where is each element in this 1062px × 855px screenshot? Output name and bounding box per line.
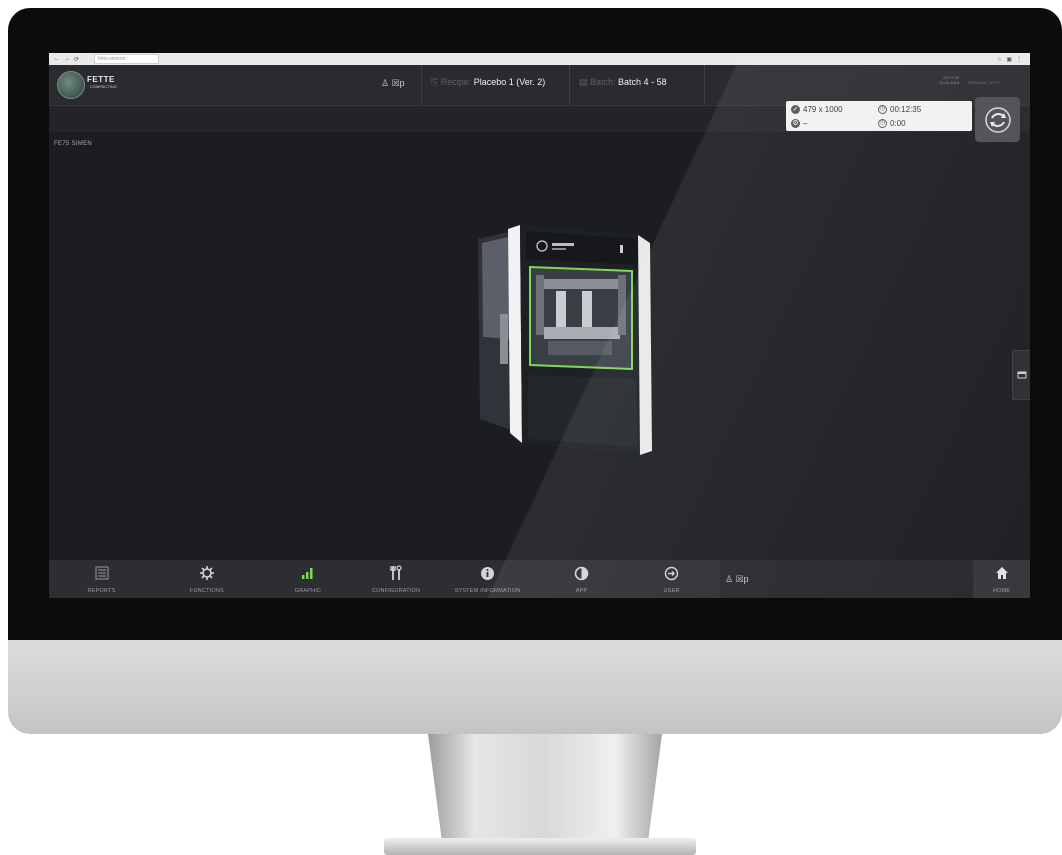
toolbar-user-badge[interactable]: ♙ ☒p: [725, 574, 749, 585]
status-panel: ✓ 479 x 1000 ◷ 00:12:35 ⚙ – ◷ 0:00: [786, 101, 972, 131]
clock-icon: ◷: [878, 105, 887, 114]
toolbar-label: USER: [663, 588, 680, 594]
recipe-icon: ⎘: [431, 77, 441, 87]
gear-icon: [199, 564, 215, 582]
reload-icon[interactable]: ⟳: [74, 56, 79, 63]
header-user-badge[interactable]: ♙ ☒p: [381, 78, 405, 89]
contrast-icon: [574, 564, 589, 582]
forward-icon[interactable]: →: [64, 56, 70, 63]
tablet-press-machine-image: [478, 225, 652, 455]
back-icon[interactable]: ←: [54, 56, 60, 63]
tools-icon: [389, 564, 403, 582]
toolbar-user[interactable]: USER: [624, 560, 720, 598]
status-row2-left: ⚙ –: [791, 119, 807, 128]
logout-icon: [664, 564, 679, 582]
toolbar-label: APP: [575, 588, 588, 594]
status-row2-right: ◷ 0:00: [878, 119, 906, 128]
bottom-toolbar: REPORTS FUNCTIONS GRAPHIC CONFIGURATION: [49, 560, 1030, 598]
extension-icon[interactable]: ▣: [1006, 56, 1012, 63]
home-icon: [995, 564, 1009, 582]
status-timer: ◷ 00:12:35: [878, 105, 921, 114]
recipe-label: Recipe:: [440, 77, 472, 87]
monitor-stand-neck: [428, 734, 662, 842]
batch-value: Batch 4 - 58: [618, 77, 667, 87]
app-header: FETTE COMPACTING ♙ ☒p ⎘ Recipe: Placebo …: [49, 65, 1030, 106]
toolbar-label: REPORTS: [87, 588, 116, 594]
menu-icon[interactable]: ⋮: [1016, 56, 1022, 63]
toolbar-graphic[interactable]: GRAPHIC: [260, 560, 357, 598]
header-divider: [569, 65, 570, 105]
toolbar-label: FUNCTIONS: [190, 588, 224, 594]
home-button[interactable]: HOME: [973, 560, 1030, 598]
gear-small-icon: ⚙: [791, 119, 800, 128]
status-row2-right-value: 0:00: [890, 119, 906, 128]
recipe-value: Placebo 1 (Ver. 2): [473, 77, 546, 87]
toolbar-label: GRAPHIC: [294, 588, 322, 594]
status-count: ✓ 479 x 1000: [791, 105, 843, 114]
logo-text: FETTE: [87, 75, 115, 84]
url-text: fette-simeon: [98, 56, 126, 62]
home-label: HOME: [992, 588, 1011, 594]
logo-subtext: COMPACTING: [90, 84, 117, 89]
toolbar-label: SYSTEM INFORMATION: [454, 588, 521, 594]
toolbar-system-information[interactable]: SYSTEM INFORMATION: [436, 560, 540, 598]
reports-icon: [95, 564, 109, 582]
batch-label: Batch:: [590, 77, 616, 87]
status-timer-value: 00:12:35: [890, 105, 922, 114]
browser-bar: ← → ⟳ fette-simeon ☆ ▣ ⋮: [49, 53, 1030, 65]
header-divider: [421, 65, 422, 105]
panel-icon: [1017, 371, 1027, 379]
toolbar-reports[interactable]: REPORTS: [49, 560, 155, 598]
check-icon: ✓: [791, 105, 800, 114]
monitor-screen: ← → ⟳ fette-simeon ☆ ▣ ⋮ FETTE COMPACTIN…: [49, 53, 1030, 598]
monitor-stand-foot: [384, 838, 696, 855]
header-terminal: TERMINAL FETTE: [967, 80, 1001, 85]
toolbar-configuration[interactable]: CONFIGURATION: [356, 560, 437, 598]
breadcrumb: FE75 SIMEN: [54, 141, 93, 147]
header-divider: [704, 65, 705, 105]
toolbar-app[interactable]: APP: [539, 560, 625, 598]
star-icon[interactable]: ☆: [997, 56, 1002, 63]
side-panel-tab[interactable]: [1012, 350, 1030, 400]
monitor-chin: [8, 640, 1062, 734]
logo-icon: [57, 71, 85, 99]
info-icon: [480, 564, 495, 582]
header-clock: 09:17:35 10.05.2016: [929, 75, 959, 85]
clock-date: 10.05.2016: [938, 80, 959, 85]
status-row2-left-value: –: [803, 119, 808, 128]
batch-field[interactable]: ▤ Batch: Batch 4 - 58: [579, 77, 667, 88]
clock-small-icon: ◷: [878, 119, 887, 128]
toolbar-functions[interactable]: FUNCTIONS: [154, 560, 261, 598]
browser-icons: ☆ ▣ ⋮: [997, 56, 1030, 63]
toolbar-label: CONFIGURATION: [371, 588, 421, 594]
browser-nav: ← → ⟳: [49, 56, 94, 63]
refresh-icon: [984, 106, 1011, 133]
refresh-button[interactable]: [975, 97, 1020, 142]
url-field[interactable]: fette-simeon: [94, 54, 159, 64]
recipe-field[interactable]: ⎘ Recipe: Placebo 1 (Ver. 2): [431, 77, 545, 88]
batch-icon: ▤: [579, 77, 591, 87]
bar-chart-icon: [301, 564, 315, 582]
status-count-value: 479 x 1000: [803, 105, 843, 114]
